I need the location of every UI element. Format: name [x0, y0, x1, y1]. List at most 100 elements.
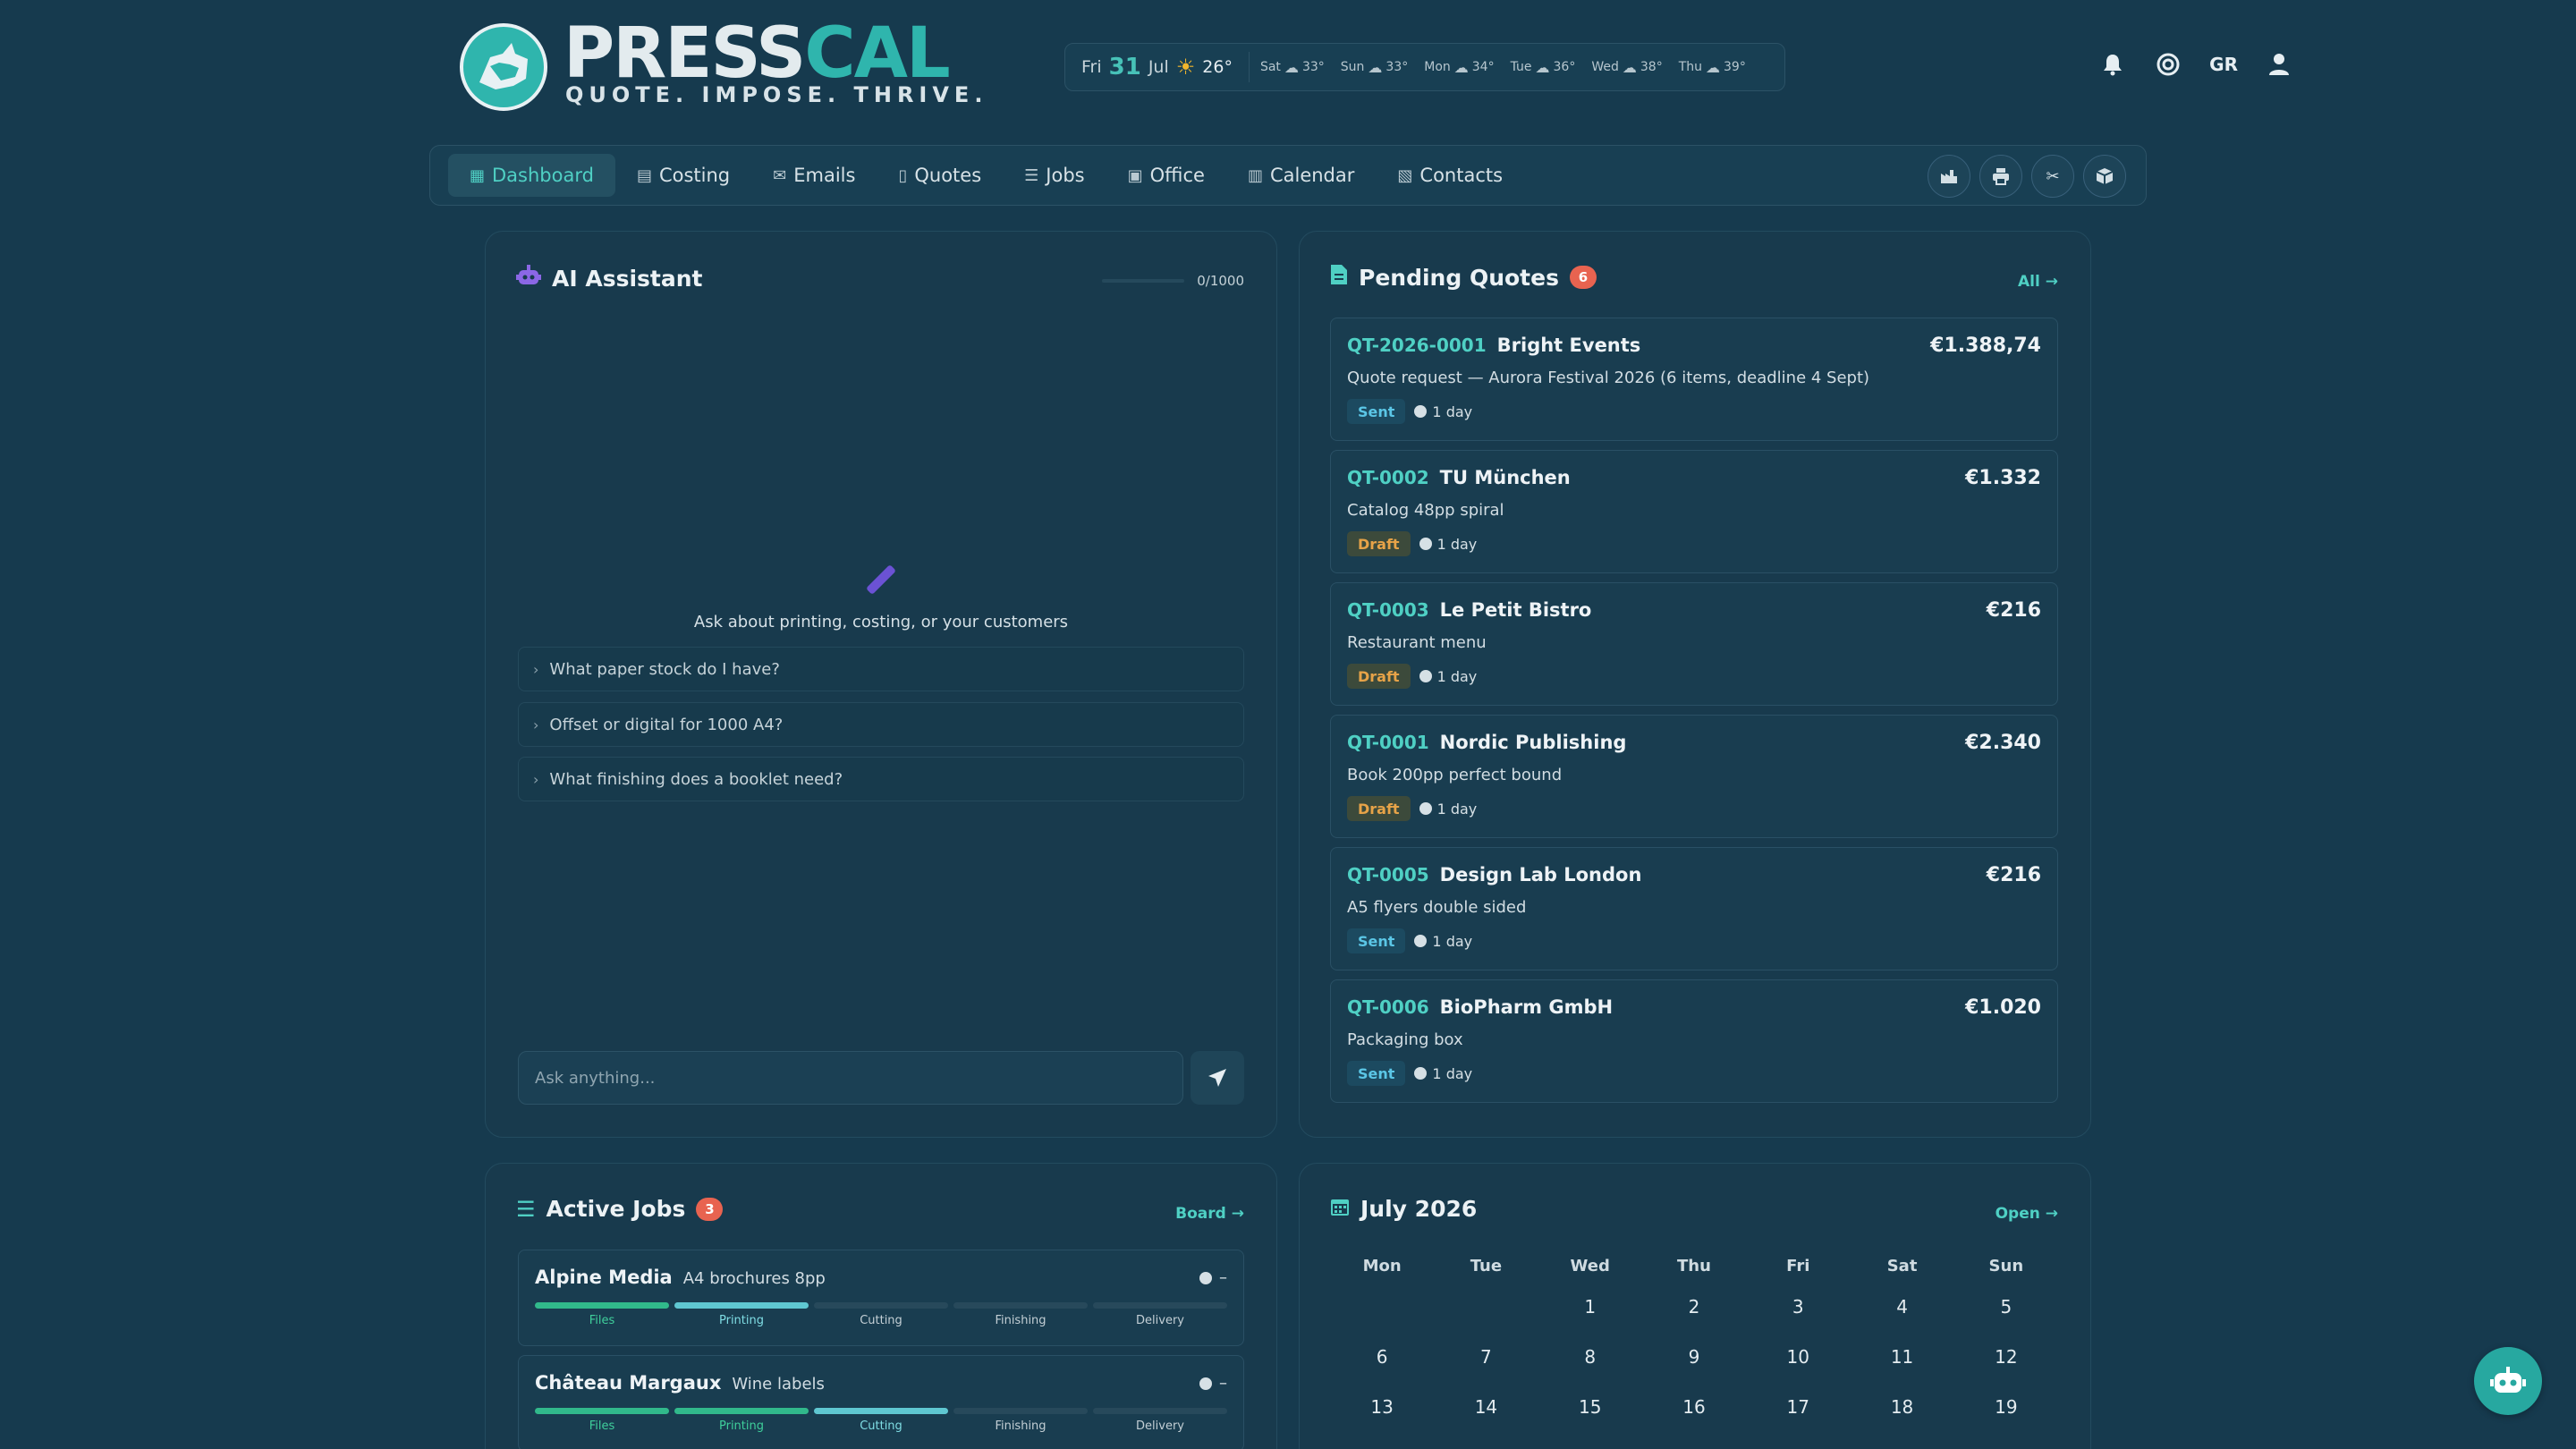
suggestion-item[interactable]: › Offset or digital for 1000 A4?	[518, 702, 1244, 747]
quote-id[interactable]: QT-2026-0001	[1347, 335, 1487, 356]
quote-age: 1 day	[1414, 403, 1472, 420]
language-switcher[interactable]: GR	[2209, 54, 2238, 75]
calendar-day[interactable]: 9	[1642, 1332, 1746, 1382]
calendar-day[interactable]: 12	[1954, 1332, 2058, 1382]
today-date: 31	[1108, 54, 1141, 80]
calendar-day[interactable]: 1	[1538, 1282, 1642, 1332]
quote-card[interactable]: QT-0003 Le Petit Bistro €216 Restaurant m…	[1330, 582, 2058, 706]
weekday-header: Wed	[1570, 1257, 1610, 1275]
bell-icon[interactable]	[2098, 50, 2127, 79]
quote-amount: €216	[1986, 599, 2041, 622]
printer-icon[interactable]	[1979, 155, 2022, 198]
weather-widget[interactable]: Fri 31 Jul ☀ 26° Sat ☁ 33° Sun ☁ 33° Mon ☁ 34°…	[1064, 43, 1785, 91]
calendar-day[interactable]: 13	[1330, 1382, 1434, 1432]
calendar-day[interactable]: 17	[1746, 1382, 1850, 1432]
quote-client: Bright Events	[1496, 335, 1641, 356]
forecast-day: Mon ☁ 34°	[1424, 58, 1495, 76]
quote-id[interactable]: QT-0002	[1347, 467, 1429, 488]
stage-delivery: Delivery	[1093, 1408, 1227, 1433]
clock-icon	[1414, 405, 1428, 418]
stage-label: Finishing	[995, 1419, 1046, 1433]
cloud-sun-icon: ☁	[1284, 58, 1299, 76]
status-badge: Draft	[1347, 796, 1411, 821]
tab-dashboard[interactable]: ▦ Dashboard	[448, 154, 615, 197]
job-due: –	[1199, 1374, 1227, 1393]
app-header: PRESSCAL QUOTE. IMPOSE. THRIVE. Fri 31 J…	[0, 0, 2576, 134]
job-due: –	[1199, 1268, 1227, 1287]
tab-quotes[interactable]: ▯ Quotes	[877, 154, 1003, 197]
cloud-sun-icon: ☁	[1535, 58, 1550, 76]
today-temp: 26°	[1202, 57, 1233, 77]
calendar-day[interactable]: 15	[1538, 1382, 1642, 1432]
all-quotes-link[interactable]: All →	[2018, 273, 2058, 291]
calendar-day[interactable]: 14	[1434, 1382, 1538, 1432]
dashboard-icon: ▦	[470, 165, 486, 185]
calendar-day[interactable]: 2	[1642, 1282, 1746, 1332]
board-link[interactable]: Board →	[1175, 1205, 1244, 1223]
user-icon[interactable]	[2265, 50, 2293, 79]
tab-jobs[interactable]: ☰ Jobs	[1003, 154, 1106, 197]
chatbot-launcher-button[interactable]	[2474, 1347, 2542, 1415]
open-calendar-link[interactable]: Open →	[1996, 1205, 2058, 1223]
calendar-day[interactable]: 3	[1746, 1282, 1850, 1332]
calendar-day[interactable]: 4	[1850, 1282, 1953, 1332]
scissors-icon[interactable]: ✂	[2031, 155, 2074, 198]
today-month: Jul	[1148, 57, 1169, 77]
quote-id[interactable]: QT-0001	[1347, 732, 1429, 753]
calendar-empty-cell	[1434, 1282, 1538, 1332]
calendar-day[interactable]: 5	[1954, 1282, 2058, 1332]
stage-label: Delivery	[1136, 1314, 1184, 1327]
calendar-day[interactable]: 10	[1746, 1332, 1850, 1382]
tab-emails[interactable]: ✉ Emails	[751, 154, 877, 197]
header-actions: GR	[2098, 50, 2293, 79]
quote-id[interactable]: QT-0003	[1347, 599, 1429, 621]
stage-bar	[1093, 1302, 1227, 1309]
tab-calendar[interactable]: ▥ Calendar	[1226, 154, 1376, 197]
suggestion-item[interactable]: › What paper stock do I have?	[518, 647, 1244, 691]
usage-bar	[1102, 279, 1185, 283]
calendar-day[interactable]: 16	[1642, 1382, 1746, 1432]
quote-card[interactable]: QT-0005 Design Lab London €216 A5 flyers …	[1330, 847, 2058, 970]
calendar-day[interactable]: 18	[1850, 1382, 1953, 1432]
calendar-day[interactable]: 19	[1954, 1382, 2058, 1432]
ai-chat-input[interactable]	[518, 1051, 1183, 1105]
tab-contacts[interactable]: ▧ Contacts	[1376, 154, 1524, 197]
stage-label: Cutting	[860, 1419, 902, 1433]
quote-card[interactable]: QT-0001 Nordic Publishing €2.340 Book 200…	[1330, 715, 2058, 838]
quote-age: 1 day	[1419, 801, 1477, 818]
calendar-day[interactable]: 8	[1538, 1332, 1642, 1382]
cloud-sun-icon: ☁	[1453, 58, 1469, 76]
presscal-logo[interactable]: PRESSCAL QUOTE. IMPOSE. THRIVE.	[460, 18, 982, 113]
quote-id[interactable]: QT-0006	[1347, 996, 1429, 1018]
quote-card[interactable]: QT-0002 TU München €1.332 Catalog 48pp sp…	[1330, 450, 2058, 573]
calendar-day[interactable]: 6	[1330, 1332, 1434, 1382]
forecast-day: Sun ☁ 33°	[1340, 58, 1409, 76]
tab-costing[interactable]: ▤ Costing	[615, 154, 751, 197]
factory-icon[interactable]	[1928, 155, 1970, 198]
quote-amount: €1.332	[1965, 467, 2041, 489]
send-button[interactable]	[1191, 1051, 1244, 1105]
quote-card[interactable]: QT-2026-0001 Bright Events €1.388,74 Quot…	[1330, 318, 2058, 441]
ai-hint: Ask about printing, costing, or your cus…	[693, 613, 1069, 631]
job-progress: Files Printing Cutting Finishing Delivery	[535, 1302, 1227, 1327]
stage-bar	[953, 1408, 1088, 1414]
quote-client: Design Lab London	[1439, 864, 1642, 886]
calendar-icon: ▥	[1247, 165, 1263, 185]
job-card[interactable]: Château Margaux Wine labels – Files Printi…	[518, 1355, 1244, 1449]
calendar-panel: July 2026 Open → Mon Tue Wed Thu Fri Sat Sun 1 2…	[1299, 1163, 2091, 1449]
pending-quotes-title: Pending Quotes 6	[1330, 264, 1597, 291]
calendar-day[interactable]: 7	[1434, 1332, 1538, 1382]
quote-amount: €216	[1986, 864, 2041, 886]
calendar-grid: Mon Tue Wed Thu Fri Sat Sun 1 2 3 4 5 6 7 8 9 10 11 12 13 14…	[1330, 1251, 2058, 1432]
quote-id[interactable]: QT-0005	[1347, 864, 1429, 886]
support-icon[interactable]	[2154, 50, 2182, 79]
job-card[interactable]: Alpine Media A4 brochures 8pp – Files Prin…	[518, 1250, 1244, 1346]
quote-card[interactable]: QT-0006 BioPharm GmbH €1.020 Packaging bo…	[1330, 979, 2058, 1103]
quote-description: Restaurant menu	[1347, 633, 1487, 652]
suggestion-item[interactable]: › What finishing does a booklet need?	[518, 757, 1244, 801]
box-icon[interactable]	[2083, 155, 2126, 198]
calendar-day[interactable]: 11	[1850, 1332, 1953, 1382]
quote-description: A5 flyers double sided	[1347, 898, 1527, 917]
tab-office[interactable]: ▣ Office	[1106, 154, 1226, 197]
quote-amount: €1.020	[1965, 996, 2041, 1019]
